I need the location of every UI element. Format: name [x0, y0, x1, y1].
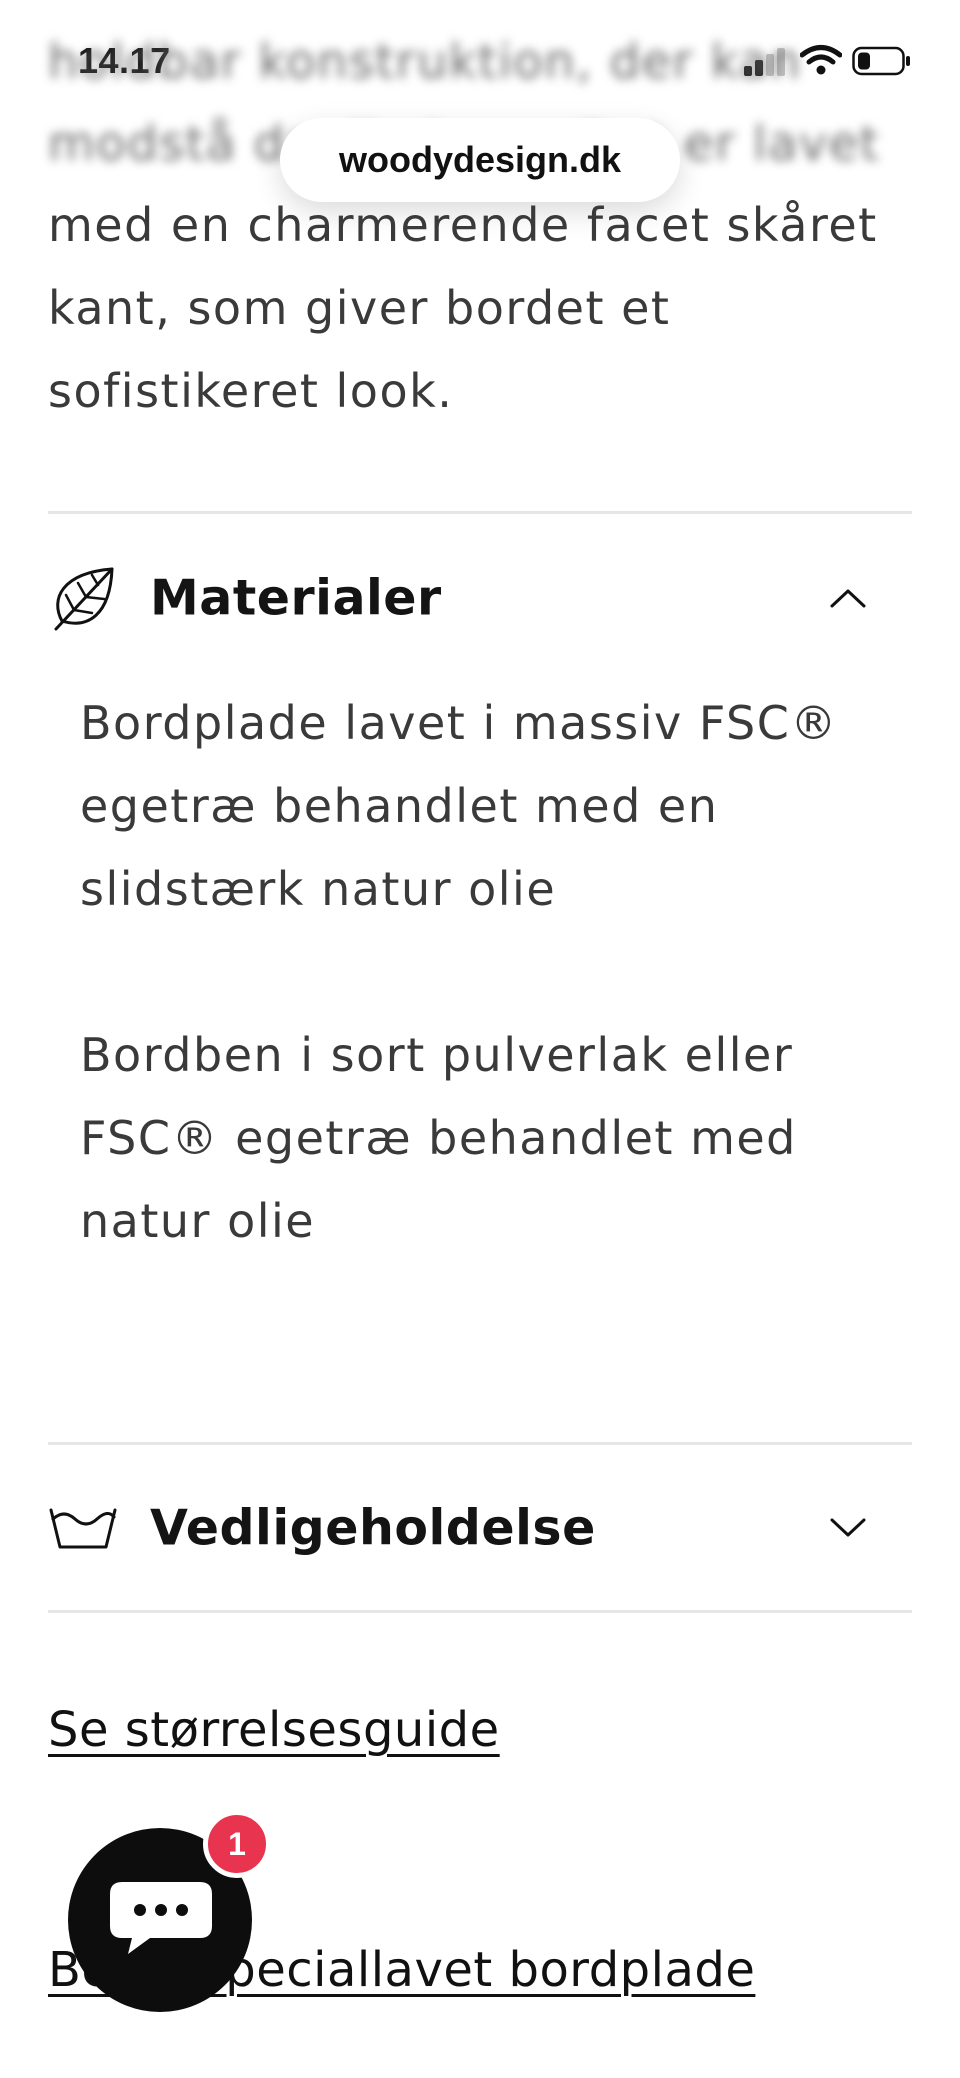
accordion-header-materialer[interactable]: Materialer — [48, 548, 912, 648]
notification-badge: 1 — [203, 1810, 271, 1878]
leaf-icon — [54, 567, 114, 631]
washing-tub-icon — [49, 1508, 117, 1549]
accordion-header-vedligeholdelse[interactable]: Vedligeholdelse — [48, 1478, 912, 1578]
divider — [48, 511, 912, 514]
divider — [48, 1442, 912, 1445]
chevron-up-icon — [830, 589, 866, 608]
description-line: kant, som giver bordet et — [48, 281, 671, 335]
accordion-content-paragraph: Bordplade lavet i massiv FSC® egetræ beh… — [80, 696, 838, 916]
description-line: sofistikeret look. — [48, 364, 454, 418]
description-line-blurred: holdbar konstruktion, der kan — [48, 34, 802, 90]
chevron-down-icon — [830, 1518, 866, 1537]
size-guide-link[interactable]: Se størrelsesguide — [48, 1702, 500, 1758]
battery-icon — [852, 46, 910, 76]
address-bar-url: woodydesign.dk — [338, 139, 622, 180]
wifi-icon — [800, 45, 842, 75]
divider — [48, 1610, 912, 1613]
accordion-title: Vedligeholdelse — [150, 1499, 596, 1557]
accordion-title: Materialer — [150, 569, 442, 627]
description-line: med en charmerende facet skåret — [48, 198, 878, 252]
notification-count: 1 — [228, 1825, 246, 1862]
chat-bubble-icon — [110, 1882, 212, 1954]
accordion-content-paragraph: Bordben i sort pulverlak eller FSC® eget… — [80, 1028, 797, 1248]
